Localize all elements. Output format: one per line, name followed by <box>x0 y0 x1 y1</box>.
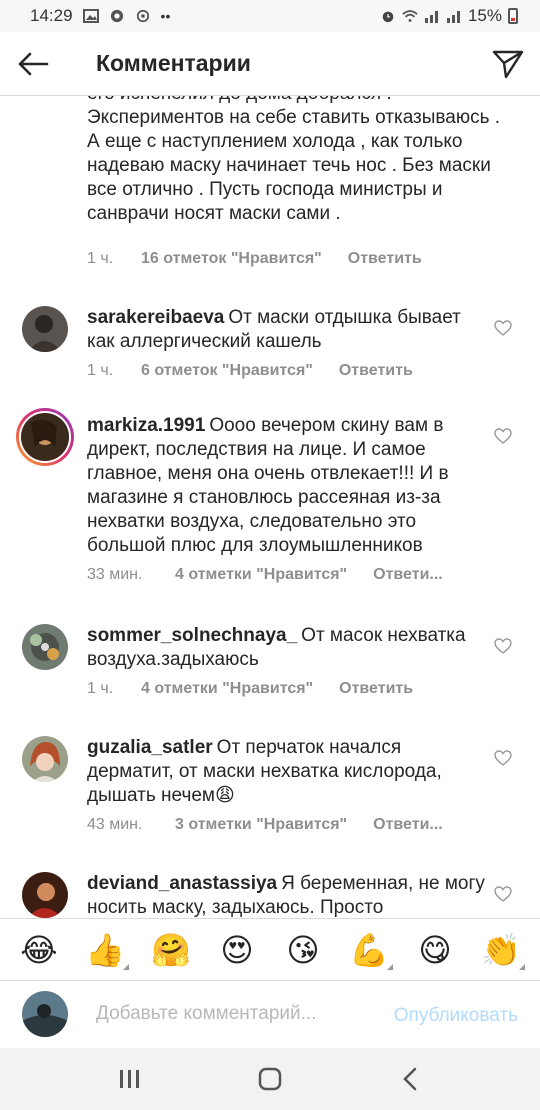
system-nav-bar <box>0 1048 540 1110</box>
comment-username[interactable]: sarakereibaeva <box>87 307 224 328</box>
avatar[interactable] <box>22 736 68 782</box>
comment-meta: 43 мин. 3 отметки "Нравится" Ответи... <box>87 814 443 836</box>
comment-time: 1 ч. <box>87 250 114 267</box>
emoji-flexed-biceps-glyph: 💪 <box>349 930 389 969</box>
heart-icon[interactable] <box>494 320 512 336</box>
comment-meta: 1 ч. 6 отметок "Нравится" Ответить <box>87 360 413 382</box>
comment-meta: 1 ч. 16 отметок "Нравится" Ответить <box>87 248 422 270</box>
status-time: 14:29 <box>30 6 73 25</box>
recent-apps-button[interactable] <box>100 1054 160 1104</box>
publish-button[interactable]: Опубликовать <box>394 1005 518 1027</box>
emoji-yum[interactable]: 😋 <box>409 930 461 970</box>
comment-body: sommer_solnechnaya_ От масок нехватка воз… <box>87 624 487 672</box>
sync-icon <box>136 9 149 23</box>
reply-button[interactable]: Ответи... <box>373 566 443 584</box>
comment-input[interactable] <box>96 1003 366 1025</box>
avatar[interactable] <box>22 306 68 352</box>
comment-time: 1 ч. <box>87 362 114 379</box>
likes-count[interactable]: 4 отметки "Нравится" <box>175 566 347 584</box>
comment-username[interactable]: guzalia_satler <box>87 737 213 758</box>
comment-username[interactable]: sommer_solnechnaya_ <box>87 625 297 646</box>
comment-body: deviand_anastassiya Я беременная, не могу… <box>87 872 487 918</box>
reply-button[interactable]: Ответить <box>339 680 413 698</box>
heart-icon[interactable] <box>494 428 512 444</box>
comment-username[interactable]: markiza.1991 <box>87 415 205 436</box>
heart-icon[interactable] <box>494 638 512 654</box>
back-button[interactable] <box>2 32 64 96</box>
comment-username[interactable]: deviand_anastassiya <box>87 873 277 894</box>
battery-icon <box>508 8 518 24</box>
paper-plane-icon <box>492 50 524 78</box>
heart-icon[interactable] <box>494 750 512 766</box>
recent-apps-icon <box>120 1070 139 1088</box>
arrow-left-icon <box>18 52 49 75</box>
likes-count[interactable]: 16 отметок "Нравится" <box>141 250 322 268</box>
previous-comment-text: его испепелил до дома добрался . Экспери… <box>87 96 501 224</box>
page-title: Комментарии <box>96 50 251 76</box>
signal-icon-2 <box>446 11 460 23</box>
home-icon <box>258 1067 282 1091</box>
avatar[interactable] <box>22 872 68 918</box>
emoji-thumbs-up-glyph: 👍 <box>85 930 125 969</box>
wifi-icon <box>402 10 418 22</box>
share-button[interactable] <box>476 32 540 96</box>
emoji-thumbs-up[interactable]: 👍 <box>79 930 131 970</box>
comment-meta: 1 ч. 4 отметки "Нравится" Ответить <box>87 678 413 700</box>
more-notifications-icon: •• <box>160 8 171 24</box>
reply-button[interactable]: Ответить <box>348 250 422 268</box>
heart-icon[interactable] <box>494 886 512 902</box>
reply-button[interactable]: Ответи... <box>373 816 443 834</box>
avatar[interactable] <box>16 408 74 466</box>
back-nav-button[interactable] <box>380 1054 440 1104</box>
battery-percent: 15% <box>467 6 502 25</box>
emoji-hugging[interactable]: 🤗 <box>145 930 197 970</box>
signal-icon <box>424 11 438 23</box>
likes-count[interactable]: 4 отметки "Нравится" <box>141 680 313 698</box>
user-avatar <box>22 991 68 1037</box>
emoji-clapping-glyph: 👏 <box>481 930 521 969</box>
comment-input-bar: Опубликовать <box>0 980 540 1048</box>
gallery-icon <box>82 9 99 23</box>
likes-count[interactable]: 3 отметки "Нравится" <box>175 816 347 834</box>
comment-body: sarakereibaeva От маски отдышка бывает ка… <box>87 306 487 354</box>
comment-text: Оооо вечером скину вам в директ, последс… <box>87 415 449 556</box>
likes-count[interactable]: 6 отметок "Нравится" <box>141 362 313 380</box>
chevron-left-icon <box>403 1067 417 1091</box>
emoji-kiss[interactable]: 😘 <box>277 930 329 970</box>
emoji-bar: 😂 👍 🤗 😍 😘 💪 😋 👏 <box>0 918 540 980</box>
comment-body: markiza.1991 Оооо вечером скину вам в дир… <box>87 414 487 558</box>
home-button[interactable] <box>240 1054 300 1104</box>
comment-time: 33 мин. <box>87 566 143 583</box>
comment-time: 43 мин. <box>87 816 143 833</box>
emoji-clapping[interactable]: 👏 <box>475 930 527 970</box>
comment-meta: 33 мин. 4 отметки "Нравится" Ответи... <box>87 564 443 586</box>
comment-body: guzalia_satler От перчаток начался дермат… <box>87 736 487 808</box>
emoji-tears-of-joy[interactable]: 😂 <box>13 930 65 970</box>
comment-time: 1 ч. <box>87 680 114 697</box>
emoji-flexed-biceps[interactable]: 💪 <box>343 930 395 970</box>
avatar[interactable] <box>22 624 68 670</box>
comments-list[interactable]: его испепелил до дома добрался . Экспери… <box>0 96 540 918</box>
status-bar: 14:29 •• 15% <box>0 0 540 32</box>
record-icon <box>110 9 123 23</box>
header: Комментарии <box>0 32 540 96</box>
alarm-icon <box>382 11 394 23</box>
reply-button[interactable]: Ответить <box>339 362 413 380</box>
emoji-heart-eyes[interactable]: 😍 <box>211 930 263 970</box>
